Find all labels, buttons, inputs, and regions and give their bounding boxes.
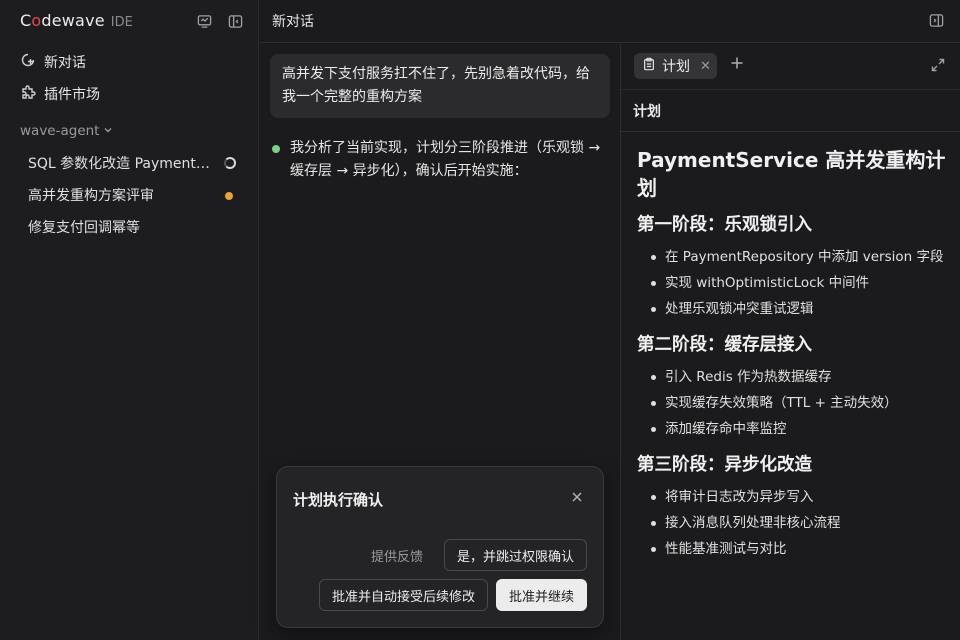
nav-plugin-market[interactable]: 插件市场 [20,82,240,106]
section-heading: 第一阶段：乐观锁引入 [637,215,812,235]
list-item: 处理乐观锁冲突重试逻辑 [637,296,947,322]
nav-plugin-market-label: 插件市场 [44,87,100,103]
approve-continue-button[interactable]: 批准并继续 [496,579,587,611]
section-heading: 第三阶段：异步化改造 [637,455,812,475]
panel-tabbar: 计划 ✕ [621,44,960,89]
session-item[interactable]: 高并发重构方案评审 [28,182,238,208]
new-chat-icon [20,52,36,72]
plan-panel: 计划 ✕ 计划 PaymentService 高并发重构计划 第一阶段：乐观锁引… [620,44,960,640]
session-item[interactable]: 修复支付回调幂等 [28,214,238,240]
list-item: 在 PaymentRepository 中添加 version 字段 [637,244,947,270]
list-item: 将审计日志改为异步写入 [637,484,947,510]
unread-dot-icon [225,192,233,200]
main-header: 新对话 [260,0,960,43]
user-message: 高并发下支付服务扛不住了，先别急着改代码，给我一个完整的重构方案 [270,54,610,118]
list-item: 引入 Redis 作为热数据缓存 [637,364,947,390]
session-title: 修复支付回调幂等 [28,220,140,236]
close-tab-icon[interactable]: ✕ [700,59,711,74]
chevron-down-icon [103,123,113,139]
dialog-title: 计划执行确认 [293,491,384,509]
list-item: 实现缓存失效策略（TTL + 主动失效） [637,390,947,416]
page-title: 新对话 [272,14,314,30]
section-list: 将审计日志改为异步写入 接入消息队列处理非核心流程 性能基准测试与对比 [637,484,947,562]
brand-letter-c: C [20,11,32,30]
list-item: 性能基准测试与对比 [637,536,947,562]
session-item[interactable]: SQL 参数化改造 PaymentService [28,150,238,176]
tab-plan-label: 计划 [662,59,690,75]
sidebar: Codewave IDE 新对话 插件市场 wave-agent SQL 参数化… [0,0,259,640]
section-list: 引入 Redis 作为热数据缓存 实现缓存失效策略（TTL + 主动失效） 添加… [637,364,947,442]
brand-rest: dewave [41,11,105,30]
section-heading: 第二阶段：缓存层接入 [637,335,812,355]
list-item: 实现 withOptimisticLock 中间件 [637,270,947,296]
tab-plan[interactable]: 计划 ✕ [634,53,717,79]
brand-suffix: IDE [110,15,133,30]
close-icon[interactable] [571,491,583,507]
loading-spinner-icon [224,157,236,169]
plan-confirm-dialog: 计划执行确认 提供反馈 是，并跳过权限确认 批准并自动接受后续修改 批准并继续 [276,466,604,628]
clipboard-icon [642,57,656,75]
workspace-group-toggle[interactable]: wave-agent [20,123,113,139]
brand-logo: Codewave IDE [20,11,133,31]
monitor-icon[interactable] [195,12,213,30]
nav-new-chat-label: 新对话 [44,55,86,71]
brand-name: Codewave [20,11,105,30]
approve-skip-permissions-button[interactable]: 是，并跳过权限确认 [444,539,587,571]
assistant-message: 我分析了当前实现，计划分三阶段推进（乐观锁 → 缓存层 → 异步化），确认后开始… [272,137,607,183]
session-title: SQL 参数化改造 PaymentService [28,156,216,172]
section-list: 在 PaymentRepository 中添加 version 字段 实现 wi… [637,244,947,322]
session-title: 高并发重构方案评审 [28,188,154,204]
status-dot-icon [272,145,280,153]
list-item: 添加缓存命中率监控 [637,416,947,442]
nav-new-chat[interactable]: 新对话 [20,50,240,74]
assistant-message-text: 我分析了当前实现，计划分三阶段推进（乐观锁 → 缓存层 → 异步化），确认后开始… [290,140,601,179]
list-item: 接入消息队列处理非核心流程 [637,510,947,536]
plan-title: PaymentService 高并发重构计划 [637,148,946,200]
feedback-link[interactable]: 提供反馈 [371,546,423,565]
brand-letter-o: o [31,11,42,30]
workspace-group-label: wave-agent [20,123,100,139]
add-tab-icon[interactable] [730,56,744,74]
plan-document: PaymentService 高并发重构计划 第一阶段：乐观锁引入 在 Paym… [637,146,947,572]
puzzle-icon [20,84,36,104]
session-list: SQL 参数化改造 PaymentService 高并发重构方案评审 修复支付回… [28,150,238,246]
toggle-panel-icon[interactable] [929,13,944,32]
sidebar-nav: 新对话 插件市场 [20,50,240,114]
expand-icon[interactable] [931,58,945,76]
collapse-sidebar-icon[interactable] [226,12,244,30]
approve-auto-accept-button[interactable]: 批准并自动接受后续修改 [319,579,488,611]
panel-subheader: 计划 [621,89,960,132]
